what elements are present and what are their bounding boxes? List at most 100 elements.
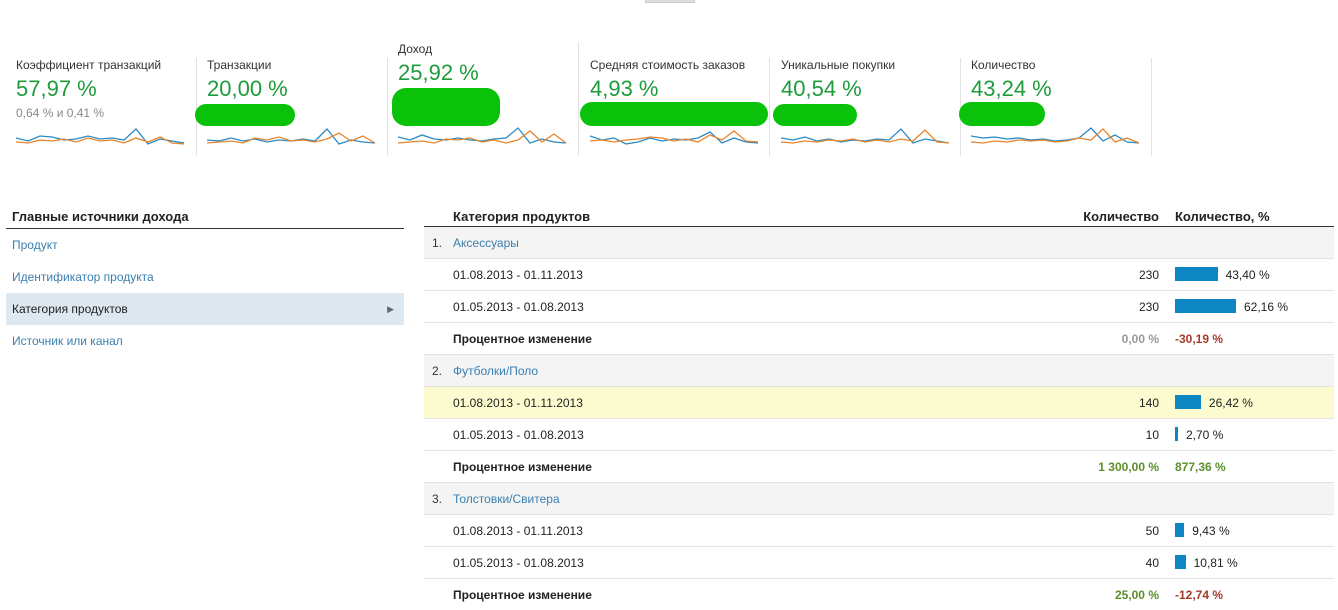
sparkline (207, 128, 376, 145)
metric-label: Средняя стоимость заказов (590, 58, 746, 72)
metric-label: Коэффициент транзакций (16, 58, 162, 72)
date-range: 01.05.2013 - 01.08.2013 (453, 300, 584, 314)
redaction-mark (580, 102, 768, 126)
change-qty: 1 300,00 % (1098, 460, 1159, 474)
metric-value: 57,97 % (16, 76, 97, 101)
metric-label: Доход (398, 42, 433, 56)
pct-value: 62,16 % (1244, 300, 1289, 314)
pct-bar (1175, 395, 1201, 409)
pct-bar (1175, 555, 1186, 569)
redaction-mark (959, 102, 1045, 126)
pct-value: 43,40 % (1225, 268, 1270, 282)
pct-bar (1175, 427, 1178, 441)
pct-value: 9,43 % (1192, 524, 1230, 538)
category-link[interactable]: Толстовки/Свитера (453, 492, 560, 506)
qty-value: 10 (1145, 428, 1159, 442)
revenue-sources-nav: Главные источники дохода Продукт Идентиф… (6, 206, 404, 357)
category-link[interactable]: Аксессуары (453, 236, 519, 250)
change-row: Процентное изменение 0,00 % -30,19 % (424, 323, 1334, 355)
change-qty: 25,00 % (1114, 588, 1159, 602)
sparkline (781, 128, 950, 144)
metric-value: 25,92 % (398, 60, 479, 85)
metric-transaction-rate[interactable]: Коэффициент транзакций 57,97 % 0,64 % и … (16, 40, 186, 156)
column-header-qty[interactable]: Количество (1083, 209, 1159, 224)
table-header: Категория продуктов Количество Количеств… (424, 206, 1334, 227)
change-row: Процентное изменение 25,00 % -12,74 % (424, 579, 1334, 610)
metric-revenue[interactable]: Доход 25,92 % (392, 40, 568, 156)
table-row: 01.05.2013 - 01.08.2013 230 62,16 % (424, 291, 1334, 323)
table-row: 01.05.2013 - 01.08.2013 10 2,70 % (424, 419, 1334, 451)
change-pct: -30,19 % (1175, 332, 1224, 346)
change-qty: 0,00 % (1121, 332, 1159, 346)
metric-value: 43,24 % (971, 76, 1052, 101)
date-range: 01.08.2013 - 01.11.2013 (453, 524, 583, 538)
chevron-right-icon: ▶ (387, 304, 394, 314)
metric-value: 4,93 % (590, 76, 659, 101)
change-label: Процентное изменение (453, 460, 592, 474)
pct-bar (1175, 267, 1218, 281)
nav-item-label: Источник или канал (12, 334, 123, 348)
nav-item-source-medium[interactable]: Источник или канал (6, 325, 404, 357)
change-label: Процентное изменение (453, 332, 592, 346)
pct-bar (1175, 523, 1185, 537)
metric-label: Уникальные покупки (781, 58, 896, 72)
metric-avg-order-value[interactable]: Средняя стоимость заказов 4,93 % (580, 40, 768, 156)
qty-value: 140 (1138, 396, 1159, 410)
nav-item-label: Категория продуктов (12, 302, 128, 316)
metric-label: Транзакции (207, 58, 272, 72)
top-handle[interactable] (645, 0, 695, 3)
change-pct: 877,36 % (1175, 460, 1226, 474)
column-header-qty-pct[interactable]: Количество, % (1175, 209, 1270, 224)
qty-value: 230 (1138, 268, 1159, 282)
table-row-highlighted: 01.08.2013 - 01.11.2013 140 26,42 % (424, 387, 1334, 419)
change-pct: -12,74 % (1175, 588, 1224, 602)
table-row: 01.08.2013 - 01.11.2013 50 9,43 % (424, 515, 1334, 547)
row-number: 2. (432, 364, 443, 378)
date-range: 01.08.2013 - 01.11.2013 (453, 268, 583, 282)
qty-value: 40 (1145, 556, 1159, 570)
pct-value: 2,70 % (1186, 428, 1224, 442)
sparkline (16, 128, 185, 145)
nav-item-product-id[interactable]: Идентификатор продукта (6, 261, 404, 293)
qty-value: 50 (1145, 524, 1159, 538)
change-row: Процентное изменение 1 300,00 % 877,36 % (424, 451, 1334, 483)
metric-sub: 0,64 % и 0,41 % (16, 106, 105, 120)
metric-quantity[interactable]: Количество 43,24 % (959, 40, 1141, 156)
nav-item-product-category[interactable]: Категория продуктов ▶ (6, 293, 404, 325)
nav-item-label: Идентификатор продукта (12, 270, 154, 284)
pct-value: 10,81 % (1193, 556, 1238, 570)
redaction-mark (392, 88, 500, 126)
nav-item-label: Продукт (12, 238, 58, 252)
metric-transactions[interactable]: Транзакции 20,00 % (195, 40, 377, 156)
date-range: 01.05.2013 - 01.08.2013 (453, 428, 584, 442)
category-row: 3. Толстовки/Свитера (424, 483, 1334, 515)
row-number: 3. (432, 492, 443, 506)
qty-value: 230 (1138, 300, 1159, 314)
category-row: 1. Аксессуары (424, 227, 1334, 259)
column-header-category[interactable]: Категория продуктов (453, 209, 590, 224)
nav-item-product[interactable]: Продукт (6, 229, 404, 261)
divider (1151, 58, 1152, 156)
metric-label: Количество (971, 58, 1036, 72)
sparkline (398, 127, 567, 144)
pct-value: 26,42 % (1208, 396, 1253, 410)
sparkline (590, 130, 759, 145)
nav-header: Главные источники дохода (6, 206, 404, 229)
sparkline (971, 127, 1140, 144)
redaction-mark (773, 104, 857, 126)
metric-value: 20,00 % (207, 76, 288, 101)
date-range: 01.08.2013 - 01.11.2013 (453, 396, 583, 410)
category-row: 2. Футболки/Поло (424, 355, 1334, 387)
pct-bar (1175, 299, 1236, 313)
divider (387, 58, 388, 156)
category-link[interactable]: Футболки/Поло (453, 364, 538, 378)
category-table: Категория продуктов Количество Количеств… (424, 206, 1334, 610)
table-row: 01.08.2013 - 01.11.2013 230 43,40 % (424, 259, 1334, 291)
divider (578, 42, 579, 156)
change-label: Процентное изменение (453, 588, 592, 602)
date-range: 01.05.2013 - 01.08.2013 (453, 556, 584, 570)
metric-value: 40,54 % (781, 76, 862, 101)
metric-unique-purchases[interactable]: Уникальные покупки 40,54 % (773, 40, 951, 156)
redaction-mark (195, 104, 295, 126)
table-row: 01.05.2013 - 01.08.2013 40 10,81 % (424, 547, 1334, 579)
